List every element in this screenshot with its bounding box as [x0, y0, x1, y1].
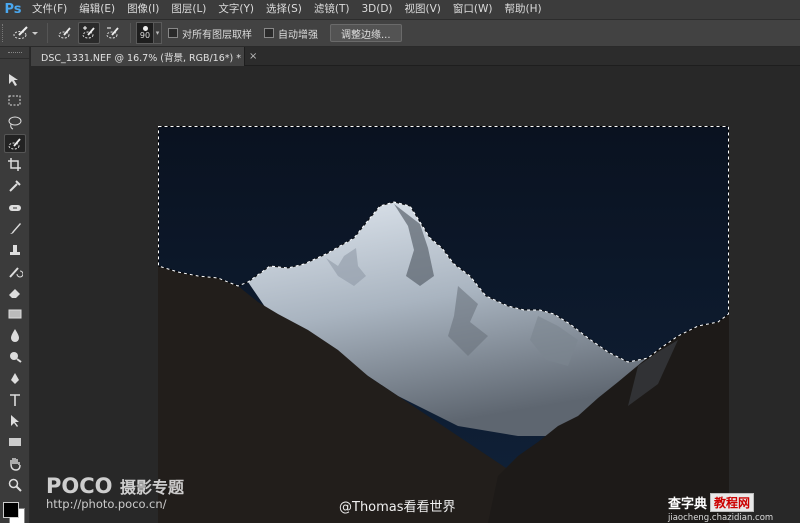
separator [47, 23, 48, 43]
menu-window[interactable]: 窗口(W) [447, 0, 499, 19]
menu-layer[interactable]: 图层(L) [165, 0, 212, 19]
site-name: 查字典 [668, 497, 708, 512]
sample-all-layers-checkbox[interactable] [168, 28, 178, 38]
mountain-photo [158, 126, 729, 523]
gradient-icon [8, 309, 22, 318]
new-selection-button[interactable] [54, 22, 76, 44]
tool-type[interactable] [4, 390, 26, 409]
history-brush-icon [9, 266, 23, 278]
tool-marquee[interactable] [4, 91, 26, 110]
new-selection-brush-icon [58, 27, 71, 39]
document-tab-title: DSC_1331.NEF @ 16.7% (背景, RGB/16*) * [41, 52, 241, 64]
auto-enhance-checkbox[interactable] [264, 28, 274, 38]
subtract-from-selection-button[interactable] [102, 22, 124, 44]
tool-rectangle[interactable] [4, 432, 26, 451]
type-icon [10, 393, 20, 406]
chazidian-watermark: 查字典 教程网 jiaocheng.chazidian.com [668, 493, 796, 523]
menu-file[interactable]: 文件(F) [26, 0, 73, 19]
site-url: jiaocheng.chazidian.com [668, 513, 774, 523]
clone-stamp-icon [10, 244, 20, 255]
tool-eyedropper[interactable] [4, 176, 26, 195]
menu-image[interactable]: 图像(I) [121, 0, 165, 19]
sample-all-layers-option[interactable]: 对所有图层取样 [168, 26, 252, 41]
menu-bar: Ps 文件(F) 编辑(E) 图像(I) 图层(L) 文字(Y) 选择(S) 滤… [0, 0, 800, 19]
photoshop-logo: Ps [4, 2, 22, 17]
tool-preset-picker[interactable] [8, 22, 42, 44]
zoom-icon [8, 478, 22, 492]
tools-panel-grip[interactable] [0, 47, 29, 59]
sample-all-layers-label: 对所有图层取样 [182, 29, 252, 41]
foreground-color-swatch[interactable] [3, 502, 19, 518]
tool-gradient[interactable] [4, 304, 26, 323]
author-credit: @Thomas看看世界 [339, 500, 456, 515]
eraser-icon [9, 288, 20, 298]
hand-icon [10, 457, 21, 471]
tool-quick-selection[interactable] [4, 134, 26, 153]
menu-select[interactable]: 选择(S) [260, 0, 308, 19]
document-tab-strip: DSC_1331.NEF @ 16.7% (背景, RGB/16*) * × [31, 47, 800, 66]
healing-brush-icon [9, 204, 21, 211]
tool-path-selection[interactable] [4, 411, 26, 430]
refine-edge-button[interactable]: 调整边缘... [330, 24, 402, 42]
tool-blur[interactable] [4, 325, 26, 344]
tool-move[interactable] [4, 70, 26, 89]
rectangle-icon [9, 437, 21, 446]
blur-icon [11, 328, 19, 342]
brush-size-dropdown[interactable]: ▾ [154, 22, 162, 44]
menu-edit[interactable]: 编辑(E) [73, 0, 121, 19]
poco-title: 摄影专题 [120, 478, 185, 497]
marquee-icon [8, 95, 21, 105]
auto-enhance-label: 自动增强 [278, 29, 318, 41]
dodge-icon [10, 351, 22, 363]
separator [130, 23, 131, 43]
poco-url: http://photo.poco.cn/ [46, 497, 167, 511]
poco-watermark: POCO 摄影专题 [46, 474, 184, 498]
site-badge: 教程网 [710, 493, 755, 512]
path-selection-icon [11, 414, 19, 427]
crop-icon [8, 157, 21, 171]
tool-dodge[interactable] [4, 346, 26, 365]
tool-brush[interactable] [4, 219, 26, 238]
document-tab[interactable]: DSC_1331.NEF @ 16.7% (背景, RGB/16*) * × [31, 47, 257, 66]
menu-filter[interactable]: 滤镜(T) [308, 0, 356, 19]
tool-pen[interactable] [4, 369, 26, 388]
close-icon[interactable]: × [249, 51, 257, 62]
document-canvas[interactable] [158, 126, 729, 523]
brush-size-value: 90 [139, 31, 151, 40]
tool-crop[interactable] [4, 155, 26, 174]
menu-help[interactable]: 帮助(H) [499, 0, 548, 19]
menu-3d[interactable]: 3D(D) [355, 0, 398, 19]
add-to-selection-button[interactable] [78, 22, 100, 44]
quick-selection-icon [8, 137, 21, 149]
tool-zoom[interactable] [4, 475, 26, 494]
auto-enhance-option[interactable]: 自动增强 [264, 26, 318, 41]
pen-icon [11, 372, 19, 384]
tool-eraser[interactable] [4, 283, 26, 302]
brush-size-picker[interactable]: 90 [136, 22, 154, 44]
tool-clone-stamp[interactable] [4, 240, 26, 259]
brush-icon [10, 222, 21, 234]
tool-hand[interactable] [4, 454, 26, 473]
menu-type[interactable]: 文字(Y) [212, 0, 260, 19]
add-selection-brush-icon [82, 26, 95, 39]
menu-view[interactable]: 视图(V) [399, 0, 447, 19]
quick-selection-icon [13, 26, 38, 39]
poco-brand: POCO [46, 474, 113, 498]
options-bar: 90 ▾ 对所有图层取样 自动增强 调整边缘... [0, 19, 800, 47]
tool-lasso[interactable] [4, 113, 26, 132]
tool-healing-brush[interactable] [4, 198, 26, 217]
move-icon [9, 73, 18, 86]
eyedropper-icon [9, 179, 21, 192]
lasso-icon [8, 116, 22, 129]
chevron-down-icon: ▾ [155, 29, 160, 37]
tool-history-brush[interactable] [4, 262, 26, 281]
subtract-selection-brush-icon [106, 27, 119, 39]
